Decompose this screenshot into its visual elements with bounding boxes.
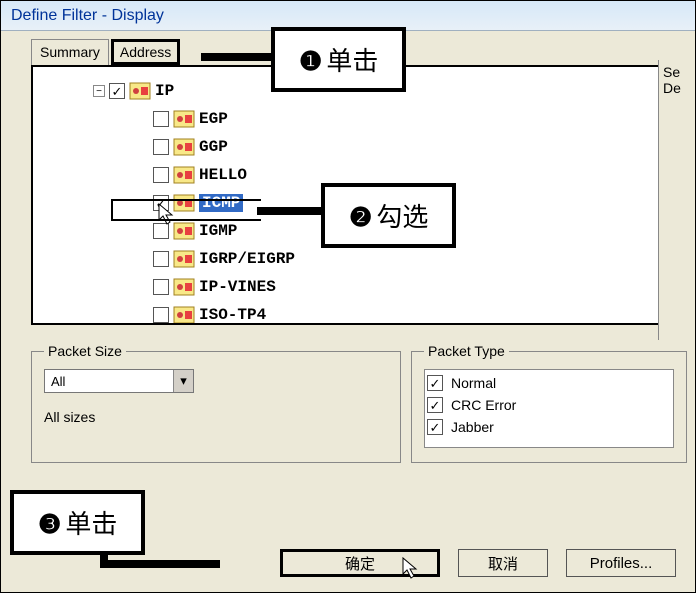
protocol-icon [173,222,195,240]
callout-2-num: ❷ [349,202,372,232]
cancel-label: 取消 [488,553,518,574]
node-label: GGP [199,138,228,156]
button-row: 确定 取消 Profiles... [280,549,676,577]
callout-3-text: 单击 [65,509,117,539]
protocol-icon [173,278,195,296]
checkbox[interactable] [427,375,443,391]
ok-label: 确定 [345,553,375,574]
checkbox[interactable] [427,397,443,413]
window: Define Filter - Display Summary Address … [0,0,696,593]
protocol-icon [173,138,195,156]
cursor-icon [401,556,419,580]
connector-1 [201,53,271,61]
tree-node-ipvines[interactable]: IP-VINES [153,273,675,301]
packet-type-legend: Packet Type [424,343,509,359]
packet-type-group: Packet Type Normal CRC Error Jabber [411,343,687,463]
packet-size-combo[interactable]: All ▾ [44,369,194,393]
checkbox-egp[interactable] [153,111,169,127]
checkbox-isotp4[interactable] [153,307,169,323]
protocol-icon [173,306,195,324]
callout-2: ❷勾选 [321,183,456,248]
collapse-icon[interactable]: − [93,85,105,97]
packet-type-item[interactable]: Jabber [427,416,671,438]
packet-size-legend: Packet Size [44,343,126,359]
icmp-box-highlight [111,199,261,221]
checkbox[interactable] [427,419,443,435]
tab-address[interactable]: Address [111,39,180,65]
node-label: IGMP [199,222,237,240]
packet-type-label: CRC Error [451,397,516,413]
content-area: Summary Address ❶单击 − IP EGPGGPHELLOICMP… [1,31,695,471]
protocol-icon [173,166,195,184]
node-label: IP-VINES [199,278,276,296]
packet-size-group: Packet Size All ▾ All sizes [31,343,401,463]
combo-value: All [45,374,173,389]
node-label: IGRP/EIGRP [199,250,295,268]
packet-type-label: Normal [451,375,496,391]
protocol-icon [173,110,195,128]
callout-3-num: ❸ [38,509,61,539]
tab-address-label: Address [120,44,171,60]
cancel-button[interactable]: 取消 [458,549,548,577]
packet-size-note: All sizes [44,409,388,425]
node-label-ip: IP [155,82,174,100]
protocol-icon [129,82,151,100]
packet-type-item[interactable]: CRC Error [427,394,671,416]
node-label: ISO-TP4 [199,306,266,324]
callout-1: ❶单击 [271,27,406,92]
window-title: Define Filter - Display [11,7,164,24]
protocol-icon [173,250,195,268]
node-label: EGP [199,110,228,128]
tree-node-ggp[interactable]: GGP [153,133,675,161]
packet-type-label: Jabber [451,419,494,435]
profiles-button[interactable]: Profiles... [566,549,676,577]
tree-node-isotp4[interactable]: ISO-TP4 [153,301,675,325]
connector-2 [257,207,321,215]
checkbox-ip[interactable] [109,83,125,99]
chevron-down-icon[interactable]: ▾ [173,370,193,392]
connector-3h [100,560,220,568]
tree-node-igrpeigrp[interactable]: IGRP/EIGRP [153,245,675,273]
side-line2: De [663,80,684,96]
packet-type-listbox[interactable]: Normal CRC Error Jabber [424,369,674,448]
callout-1-text: 单击 [326,46,378,76]
packet-type-item[interactable]: Normal [427,372,671,394]
side-line1: Se [663,64,684,80]
tab-summary-label: Summary [40,44,100,60]
side-panel: Se De [658,60,688,340]
checkbox-igmp[interactable] [153,223,169,239]
bottom-row: Packet Size All ▾ All sizes Packet Type … [31,343,687,463]
tree-node-egp[interactable]: EGP [153,105,675,133]
checkbox-ipvines[interactable] [153,279,169,295]
profiles-label: Profiles... [590,555,653,572]
checkbox-ggp[interactable] [153,139,169,155]
tab-summary[interactable]: Summary [31,39,109,65]
callout-1-num: ❶ [299,46,322,76]
node-label: HELLO [199,166,247,184]
callout-3: ❸单击 [10,490,145,555]
checkbox-hello[interactable] [153,167,169,183]
ok-button[interactable]: 确定 [280,549,440,577]
callout-2-text: 勾选 [376,202,428,232]
checkbox-igrpeigrp[interactable] [153,251,169,267]
